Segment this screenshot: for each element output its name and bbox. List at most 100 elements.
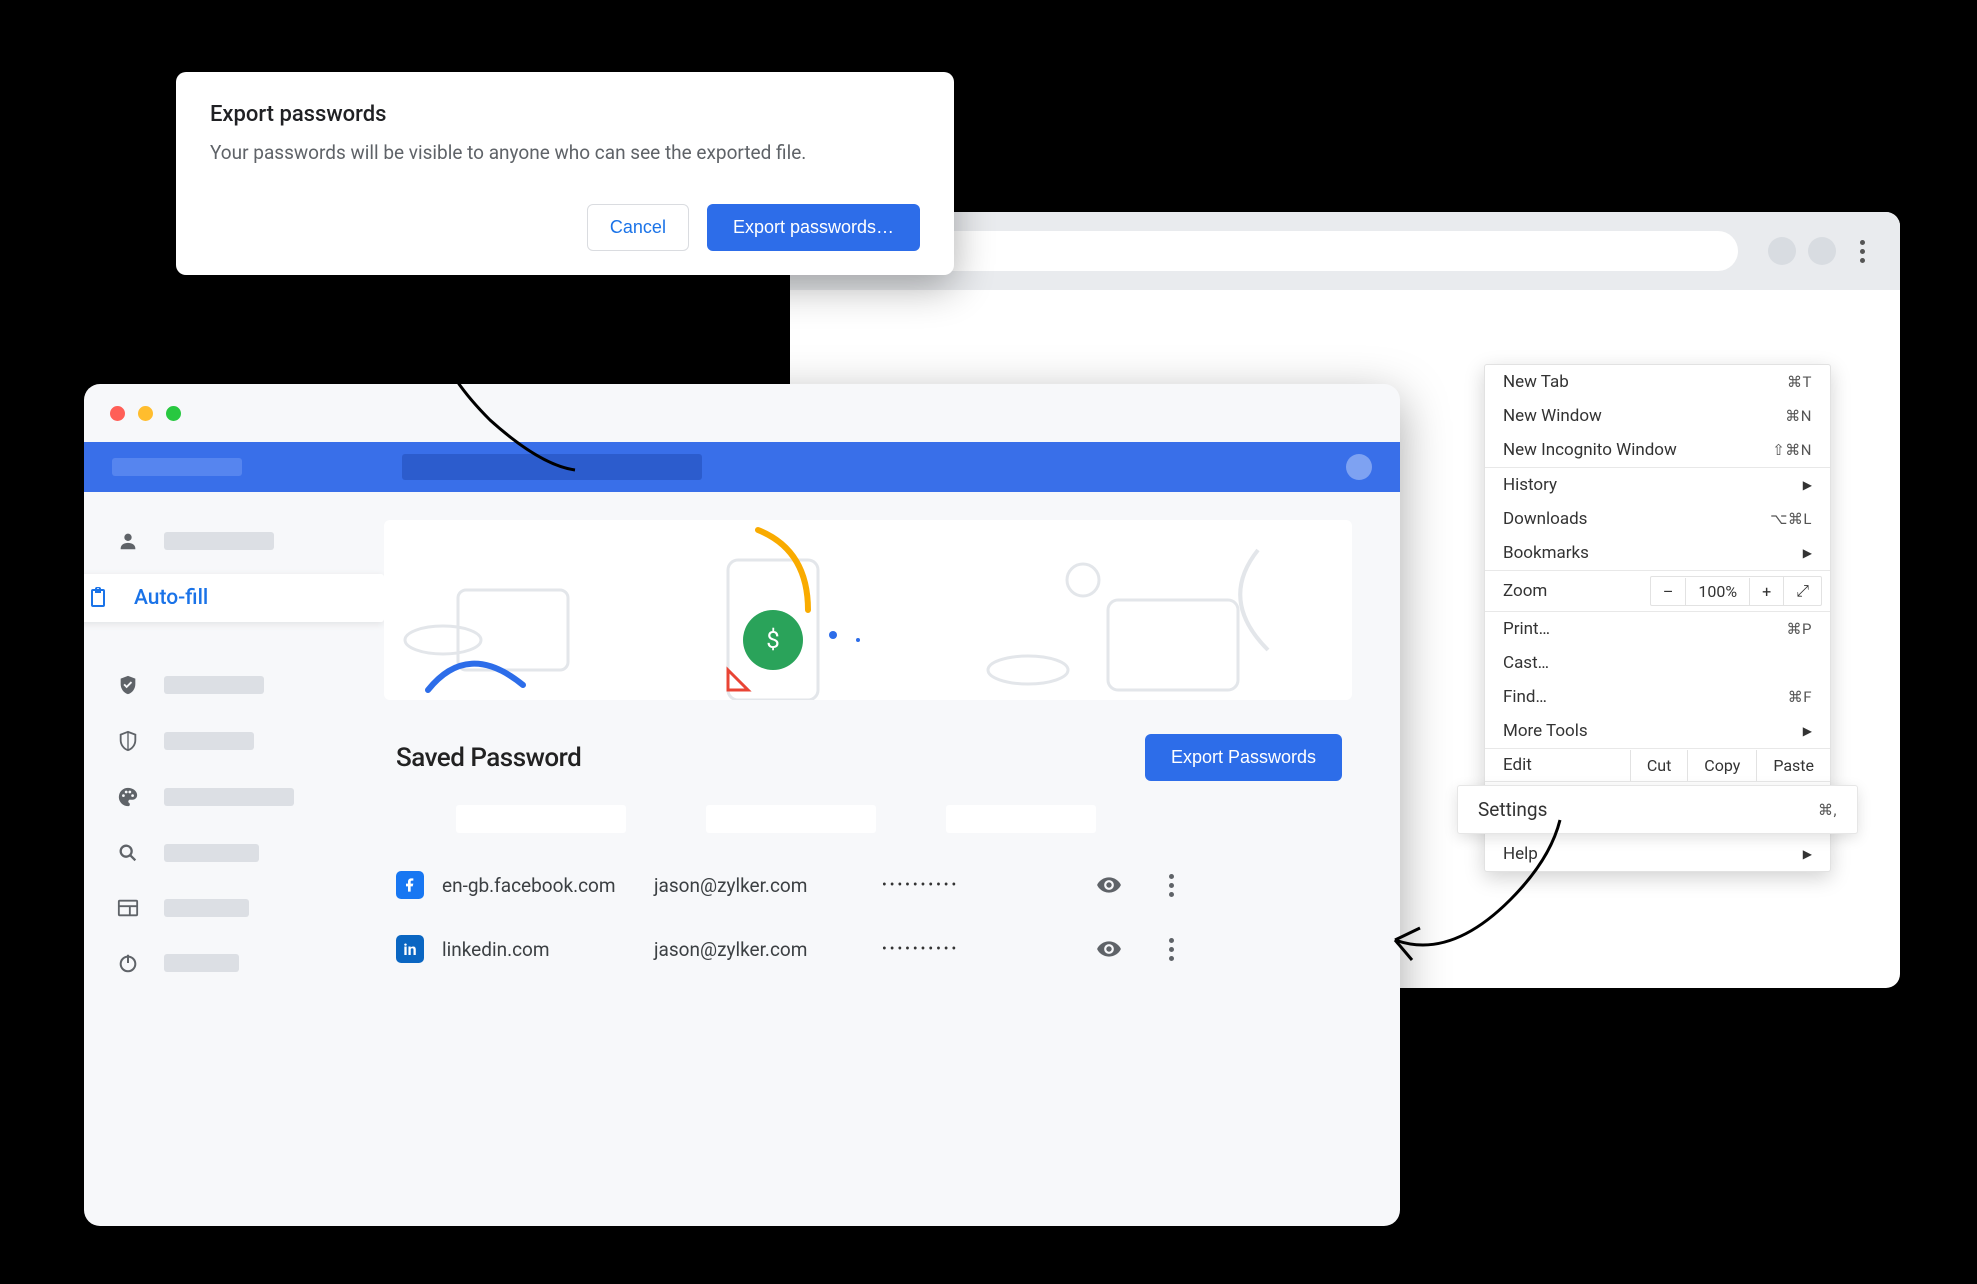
menu-edit: Edit Cut Copy Paste — [1485, 749, 1830, 781]
header-avatar[interactable] — [1346, 454, 1372, 480]
menu-label: New Window — [1503, 406, 1602, 426]
person-icon — [114, 530, 142, 552]
site-url[interactable]: linkedin.com — [442, 938, 550, 961]
menu-print[interactable]: Print… ⌘P — [1485, 612, 1830, 646]
password-table: en-gb.facebook.com jason@zylker.com ••••… — [384, 805, 1352, 981]
browser-menu-icon[interactable] — [1848, 240, 1876, 263]
dialog-title: Export passwords — [210, 102, 920, 127]
sidebar-item-safety[interactable] — [84, 662, 384, 708]
menu-shortcut: ⌘N — [1785, 407, 1812, 425]
menu-label: New Incognito Window — [1503, 440, 1677, 460]
minimize-window-icon[interactable] — [138, 406, 153, 421]
menu-downloads[interactable]: Downloads ⌥⌘L — [1485, 502, 1830, 536]
palette-icon — [114, 786, 142, 808]
edit-copy[interactable]: Copy — [1687, 750, 1756, 781]
row-more-icon[interactable] — [1156, 938, 1186, 961]
sidebar-item-search[interactable] — [84, 830, 384, 876]
sidebar-label: Auto-fill — [134, 586, 208, 610]
search-icon — [114, 842, 142, 864]
sidebar-label-placeholder — [164, 732, 254, 750]
menu-label: Print… — [1503, 619, 1550, 639]
menu-cast[interactable]: Cast… — [1485, 646, 1830, 680]
sidebar-item-onstartup[interactable] — [84, 940, 384, 986]
zoom-in-button[interactable]: + — [1749, 578, 1783, 605]
sidebar-item-you[interactable] — [84, 518, 384, 564]
show-password-icon[interactable] — [1082, 936, 1136, 962]
power-icon — [114, 952, 142, 974]
menu-bookmarks[interactable]: Bookmarks ▶ — [1485, 536, 1830, 570]
zoom-value: 100% — [1685, 578, 1749, 605]
password-masked: •••••••••• — [882, 877, 1062, 893]
menu-label: New Tab — [1503, 372, 1569, 392]
menu-new-tab[interactable]: New Tab ⌘T — [1485, 365, 1830, 399]
password-masked: •••••••••• — [882, 941, 1062, 957]
browser-toolbar — [790, 212, 1900, 290]
edit-cut[interactable]: Cut — [1630, 750, 1687, 781]
row-more-icon[interactable] — [1156, 874, 1186, 897]
menu-label: Cast… — [1503, 653, 1549, 673]
menu-new-incognito[interactable]: New Incognito Window ⇧⌘N — [1485, 433, 1830, 467]
sidebar-item-default[interactable] — [84, 886, 384, 930]
menu-label: Settings — [1478, 798, 1547, 821]
menu-label: Find… — [1503, 687, 1547, 707]
chevron-right-icon: ▶ — [1803, 847, 1812, 861]
sidebar-item-appearance[interactable] — [84, 774, 384, 820]
shield-check-icon — [114, 674, 142, 696]
menu-shortcut: ⌘F — [1788, 688, 1812, 706]
close-window-icon[interactable] — [110, 406, 125, 421]
sidebar-label-placeholder — [164, 676, 264, 694]
column-header-placeholder — [706, 805, 876, 833]
menu-label: More Tools — [1503, 721, 1588, 741]
menu-label: Edit — [1503, 749, 1630, 781]
menu-more-tools[interactable]: More Tools ▶ — [1485, 714, 1830, 748]
profile-avatar[interactable] — [1768, 237, 1796, 265]
export-passwords-button[interactable]: Export Passwords — [1145, 734, 1342, 781]
fullscreen-button[interactable]: ⤢ — [1783, 577, 1821, 605]
menu-label: Downloads — [1503, 509, 1587, 529]
cancel-button[interactable]: Cancel — [587, 204, 689, 251]
menu-history[interactable]: History ▶ — [1485, 468, 1830, 502]
menu-shortcut: ⌘, — [1818, 801, 1837, 819]
export-confirm-button[interactable]: Export passwords… — [707, 204, 920, 251]
site-url[interactable]: en-gb.facebook.com — [442, 874, 616, 897]
sidebar-label-placeholder — [164, 954, 239, 972]
table-row: en-gb.facebook.com jason@zylker.com ••••… — [396, 853, 1340, 917]
menu-settings[interactable]: Settings ⌘, — [1457, 785, 1858, 834]
menu-label: Help — [1503, 844, 1538, 864]
menu-new-window[interactable]: New Window ⌘N — [1485, 399, 1830, 433]
menu-zoom: Zoom – 100% + ⤢ — [1485, 571, 1830, 611]
sidebar-item-autofill[interactable]: Auto-fill — [84, 574, 384, 622]
settings-sidebar: Auto-fill — [84, 492, 384, 1226]
settings-content: $ Saved Password Export Passwords — [384, 492, 1400, 1226]
menu-find[interactable]: Find… ⌘F — [1485, 680, 1830, 714]
sidebar-label-placeholder — [164, 532, 274, 550]
linkedin-icon: in — [396, 935, 424, 963]
sidebar-item-privacy[interactable] — [84, 718, 384, 764]
menu-shortcut: ⌘P — [1787, 620, 1812, 638]
browser-menu: New Tab ⌘T New Window ⌘N New Incognito W… — [1484, 364, 1831, 872]
chevron-right-icon: ▶ — [1803, 478, 1812, 492]
table-header-row — [396, 805, 1340, 833]
hero-banner: $ — [384, 520, 1352, 700]
column-header-placeholder — [456, 805, 626, 833]
edit-paste[interactable]: Paste — [1756, 750, 1830, 781]
dialog-body: Your passwords will be visible to anyone… — [210, 141, 920, 164]
maximize-window-icon[interactable] — [166, 406, 181, 421]
column-header-placeholder — [946, 805, 1096, 833]
profile-avatar-2[interactable] — [1808, 237, 1836, 265]
sidebar-label-placeholder — [164, 844, 259, 862]
clipboard-icon — [84, 586, 112, 610]
chevron-right-icon: ▶ — [1803, 724, 1812, 738]
menu-label: Bookmarks — [1503, 543, 1589, 563]
show-password-icon[interactable] — [1082, 872, 1136, 898]
menu-label: Zoom — [1503, 581, 1650, 601]
zoom-out-button[interactable]: – — [1651, 578, 1686, 605]
header-placeholder — [402, 454, 702, 480]
menu-shortcut: ⌥⌘L — [1770, 510, 1812, 528]
window-controls — [110, 406, 181, 421]
shield-icon — [114, 730, 142, 752]
username: jason@zylker.com — [654, 938, 862, 961]
username: jason@zylker.com — [654, 874, 862, 897]
menu-help[interactable]: Help ▶ — [1485, 837, 1830, 871]
menu-shortcut: ⇧⌘N — [1772, 441, 1812, 459]
